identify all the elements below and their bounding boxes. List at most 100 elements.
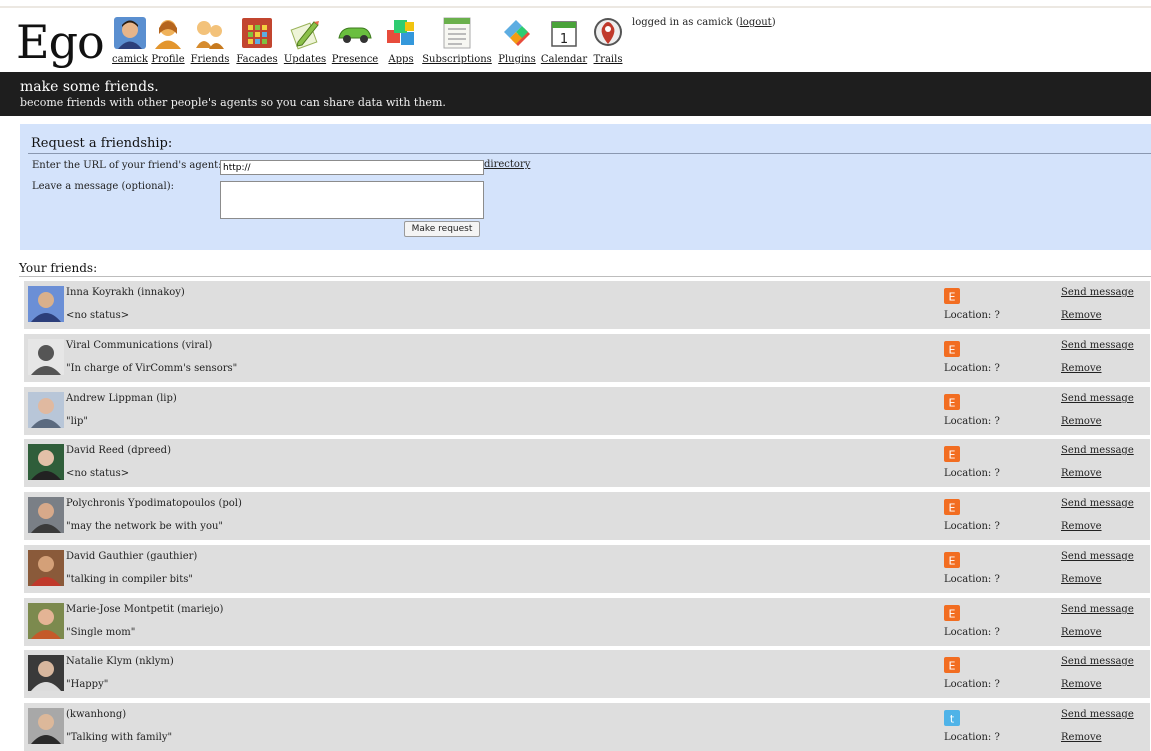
remove-friend-link[interactable]: Remove xyxy=(1061,468,1102,479)
facades-grid-icon xyxy=(242,18,272,48)
badge-letter: E xyxy=(949,502,956,515)
send-message-link[interactable]: Send message xyxy=(1061,287,1134,298)
nav-item-apps[interactable]: Apps xyxy=(383,16,419,65)
ego-agent-icon[interactable]: E xyxy=(944,552,960,568)
friend-location: Location: ? xyxy=(944,627,1000,638)
nav-label-presence[interactable]: Presence xyxy=(330,54,380,65)
friend-row: Inna Koyrakh (innakoy) <no status> E Locati… xyxy=(24,281,1150,329)
friend-name: Inna Koyrakh (innakoy) xyxy=(66,287,185,298)
directory-link[interactable]: directory xyxy=(484,159,530,170)
nav-label-apps[interactable]: Apps xyxy=(383,54,419,65)
remove-friend-link[interactable]: Remove xyxy=(1061,521,1102,532)
nav-label-calendar[interactable]: Calendar xyxy=(540,54,588,65)
friend-name: David Reed (dpreed) xyxy=(66,445,171,456)
friend-location: Location: ? xyxy=(944,468,1000,479)
message-textarea[interactable] xyxy=(220,181,484,219)
friend-row: David Reed (dpreed) <no status> E Location:… xyxy=(24,439,1150,487)
send-message-link[interactable]: Send message xyxy=(1061,340,1134,351)
friend-status: "lip" xyxy=(66,416,88,427)
ego-agent-icon[interactable]: E xyxy=(944,288,960,304)
nav-label-profile[interactable]: Profile xyxy=(150,54,186,65)
session-suffix: ) xyxy=(771,17,776,28)
nav-label-subscriptions[interactable]: Subscriptions xyxy=(422,54,492,65)
nav-label-camick[interactable]: camick xyxy=(111,54,149,65)
friend-status: "In charge of VirComm's sensors" xyxy=(66,363,238,374)
send-message-link[interactable]: Send message xyxy=(1061,393,1134,404)
friend-name: (kwanhong) xyxy=(66,709,127,720)
make-request-button[interactable]: Make request xyxy=(404,221,480,237)
friend-row: Polychronis Ypodimatopoulos (pol) "may th… xyxy=(24,492,1150,540)
request-friendship-panel: Request a friendship: Enter the URL of y… xyxy=(20,124,1151,250)
send-message-link[interactable]: Send message xyxy=(1061,656,1134,667)
ego-agent-icon[interactable]: E xyxy=(944,605,960,621)
presence-car-icon xyxy=(338,27,372,43)
friend-status: "may the network be with you" xyxy=(66,521,224,532)
apps-cubes-icon xyxy=(387,20,414,45)
friend-name: Marie-Jose Montpetit (mariejo) xyxy=(66,604,224,615)
nav-label-updates[interactable]: Updates xyxy=(282,54,328,65)
nav-item-calendar[interactable]: 1 Calendar xyxy=(540,16,588,65)
remove-friend-link[interactable]: Remove xyxy=(1061,732,1102,743)
top-border xyxy=(0,6,1151,8)
friend-location: Location: ? xyxy=(944,679,1000,690)
remove-friend-link[interactable]: Remove xyxy=(1061,679,1102,690)
nav-item-profile[interactable]: Profile xyxy=(150,16,186,65)
friend-location: Location: ? xyxy=(944,363,1000,374)
logout-link[interactable]: logout xyxy=(740,17,772,28)
svg-text:1: 1 xyxy=(560,32,568,47)
badge-letter: E xyxy=(949,555,956,568)
remove-friend-link[interactable]: Remove xyxy=(1061,416,1102,427)
friend-row: Marie-Jose Montpetit (mariejo) "Single mo… xyxy=(24,598,1150,646)
badge-letter: E xyxy=(949,291,956,304)
friend-name: Viral Communications (viral) xyxy=(66,340,213,351)
nav-label-friends[interactable]: Friends xyxy=(188,54,232,65)
ego-agent-icon[interactable]: E xyxy=(944,394,960,410)
friends-title: Your friends: xyxy=(19,261,98,275)
friend-avatar xyxy=(28,655,64,691)
nav-item-camick[interactable]: camick xyxy=(111,16,149,65)
user-avatar-icon xyxy=(114,17,146,49)
friend-row: Viral Communications (viral) "In charge o… xyxy=(24,334,1150,382)
remove-friend-link[interactable]: Remove xyxy=(1061,574,1102,585)
pencil-notepad-icon xyxy=(290,21,319,50)
friend-location: Location: ? xyxy=(944,574,1000,585)
ego-agent-icon[interactable]: E xyxy=(944,341,960,357)
nav-item-presence[interactable]: Presence xyxy=(330,16,380,65)
nav-label-plugins[interactable]: Plugins xyxy=(496,54,538,65)
friend-name: David Gauthier (gauthier) xyxy=(66,551,198,562)
friend-status: "talking in compiler bits" xyxy=(66,574,194,585)
nav-label-trails[interactable]: Trails xyxy=(591,54,625,65)
session-prefix: logged in as camick ( xyxy=(632,17,740,28)
nav-item-updates[interactable]: Updates xyxy=(282,16,328,65)
friends-divider xyxy=(19,276,1151,277)
ego-agent-icon[interactable]: E xyxy=(944,446,960,462)
send-message-link[interactable]: Send message xyxy=(1061,498,1134,509)
friend-status: <no status> xyxy=(66,310,130,321)
send-message-link[interactable]: Send message xyxy=(1061,709,1134,720)
send-message-link[interactable]: Send message xyxy=(1061,604,1134,615)
ego-agent-icon[interactable]: E xyxy=(944,657,960,673)
friend-status: <no status> xyxy=(66,468,130,479)
send-message-link[interactable]: Send message xyxy=(1061,551,1134,562)
friend-location: Location: ? xyxy=(944,521,1000,532)
friends-people-icon xyxy=(196,21,224,49)
badge-letter: E xyxy=(949,449,956,462)
friend-location: Location: ? xyxy=(944,732,1000,743)
agent-url-input[interactable] xyxy=(220,160,484,175)
nav-item-subscriptions[interactable]: Subscriptions xyxy=(422,16,492,65)
ego-agent-icon[interactable]: E xyxy=(944,499,960,515)
nav-item-plugins[interactable]: Plugins xyxy=(496,16,538,65)
friend-avatar xyxy=(28,550,64,586)
send-message-link[interactable]: Send message xyxy=(1061,445,1134,456)
nav-item-facades[interactable]: Facades xyxy=(234,16,280,65)
nav-item-friends[interactable]: Friends xyxy=(188,16,232,65)
friend-avatar xyxy=(28,708,64,744)
nav-label-facades[interactable]: Facades xyxy=(234,54,280,65)
friend-name: Andrew Lippman (lip) xyxy=(66,393,177,404)
nav-item-trails[interactable]: Trails xyxy=(591,16,625,65)
friend-avatar xyxy=(28,444,64,480)
remove-friend-link[interactable]: Remove xyxy=(1061,310,1102,321)
remove-friend-link[interactable]: Remove xyxy=(1061,627,1102,638)
twitter-icon[interactable]: t xyxy=(944,710,960,726)
remove-friend-link[interactable]: Remove xyxy=(1061,363,1102,374)
